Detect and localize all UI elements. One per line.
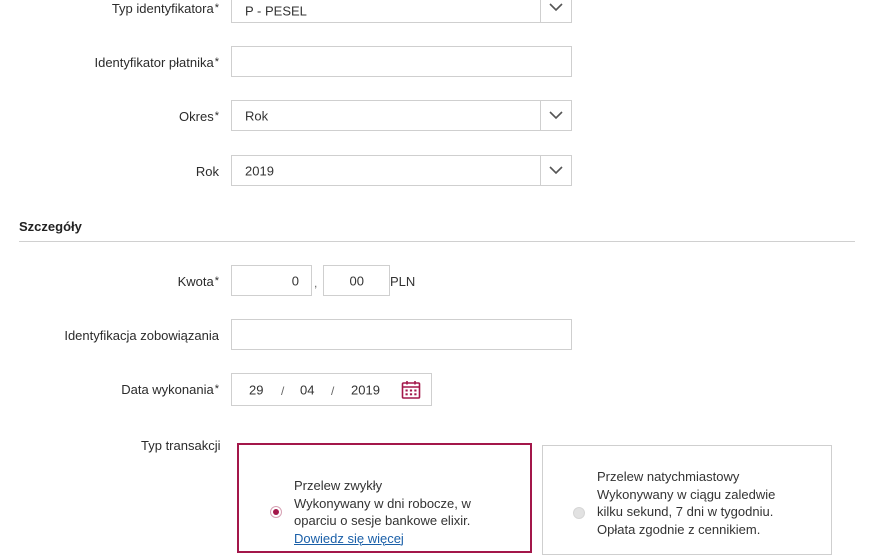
date-month[interactable]: 04: [300, 382, 314, 397]
amount-decimal-value: 00: [349, 273, 364, 288]
payer-id-label: Identyfikator płatnika*: [94, 55, 219, 70]
radio-selected[interactable]: [270, 506, 282, 518]
amount-comma: ,: [314, 276, 318, 290]
transfer-option-desc: kilku sekund, 7 dni w tygodniu.: [597, 504, 774, 519]
transfer-option-desc: oparciu o sesje bankowe elixir.: [294, 513, 471, 528]
section-title-details: Szczegóły: [19, 219, 82, 234]
transfer-option-instant[interactable]: Przelew natychmiastowy Wykonywany w ciąg…: [542, 445, 832, 555]
obligation-input[interactable]: [231, 319, 572, 350]
year-label: Rok: [195, 164, 219, 179]
currency-label: PLN: [390, 274, 416, 289]
transfer-option-desc: Opłata zgodnie z cennikiem.: [597, 521, 761, 537]
period-label: Okres*: [179, 109, 219, 124]
id-type-label: Typ identyfikatora*: [111, 1, 219, 16]
year-select[interactable]: 2019: [231, 155, 572, 186]
date-separator: /: [281, 384, 285, 398]
transaction-type-label: Typ transakcji: [141, 438, 221, 453]
amount-decimal-input[interactable]: 00: [323, 265, 390, 296]
transfer-option-desc: Wykonywany w ciągu zaledwie: [597, 486, 776, 502]
amount-integer-input[interactable]: 0: [231, 265, 312, 296]
transfer-option-standard[interactable]: Przelew zwykły Wykonywany w dni robocze,…: [237, 443, 532, 553]
calendar-icon[interactable]: [401, 380, 421, 403]
id-type-value: P - PESEL: [245, 3, 307, 19]
amount-integer-value: 0: [291, 273, 299, 288]
period-value: Rok: [245, 108, 269, 123]
radio-unselected[interactable]: [573, 507, 585, 519]
amount-label: Kwota*: [177, 274, 219, 289]
learn-more-link[interactable]: Dowiedz się więcej: [294, 531, 404, 546]
transfer-option-title: Przelew natychmiastowy: [597, 469, 740, 484]
date-label: Data wykonania*: [121, 382, 219, 397]
chevron-down-icon[interactable]: [540, 0, 571, 22]
date-separator: /: [331, 384, 335, 398]
period-select[interactable]: Rok: [231, 100, 572, 131]
transfer-option-desc: Wykonywany w dni robocze, w: [294, 495, 471, 511]
chevron-down-icon[interactable]: [540, 101, 571, 130]
obligation-label: Identyfikacja zobowiązania: [64, 328, 219, 343]
payer-id-input[interactable]: [231, 46, 572, 77]
year-value: 2019: [245, 163, 274, 178]
id-type-select[interactable]: P - PESEL: [231, 0, 572, 23]
date-year[interactable]: 2019: [351, 382, 380, 397]
section-divider: [19, 241, 855, 242]
date-picker[interactable]: 29 / 04 / 2019: [231, 373, 432, 406]
chevron-down-icon[interactable]: [540, 156, 571, 185]
date-day[interactable]: 29: [249, 382, 263, 397]
transfer-option-title: Przelew zwykły: [294, 478, 383, 493]
